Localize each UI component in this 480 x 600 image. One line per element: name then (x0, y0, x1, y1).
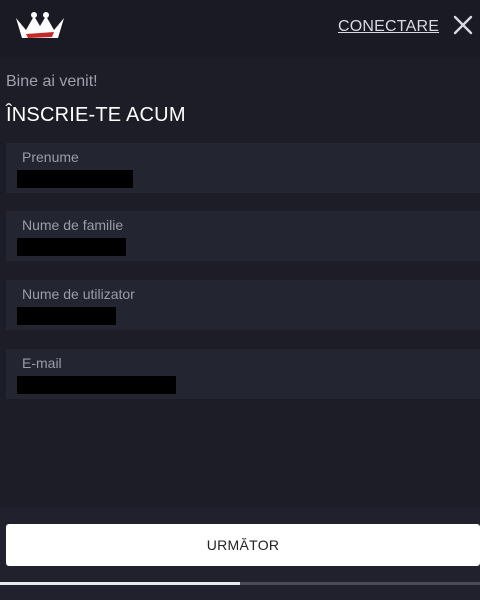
username-label: Nume de utilizator (22, 286, 135, 302)
last-name-label: Nume de familie (22, 217, 124, 233)
progress-fill (0, 582, 240, 585)
first-name-label: Prenume (22, 149, 79, 165)
email-field[interactable]: E-mail (6, 349, 480, 399)
first-name-field[interactable]: Prenume (6, 143, 480, 193)
header-bar: CONECTARE (0, 0, 480, 58)
crown-logo-icon[interactable] (14, 10, 66, 44)
first-name-input[interactable] (17, 170, 133, 188)
last-name-input[interactable] (17, 238, 126, 256)
close-icon[interactable] (452, 14, 474, 36)
last-name-field[interactable]: Nume de familie (6, 211, 480, 261)
progress-bar (0, 582, 480, 585)
username-input[interactable] (17, 307, 116, 325)
page-title: ÎNSCRIE-TE ACUM (6, 104, 186, 126)
username-field[interactable]: Nume de utilizator (6, 280, 480, 330)
welcome-text: Bine ai venit! (6, 73, 98, 90)
email-label: E-mail (22, 355, 62, 371)
email-input[interactable] (17, 376, 176, 394)
next-button[interactable]: URMĂTOR (6, 524, 480, 566)
login-link[interactable]: CONECTARE (338, 18, 439, 36)
